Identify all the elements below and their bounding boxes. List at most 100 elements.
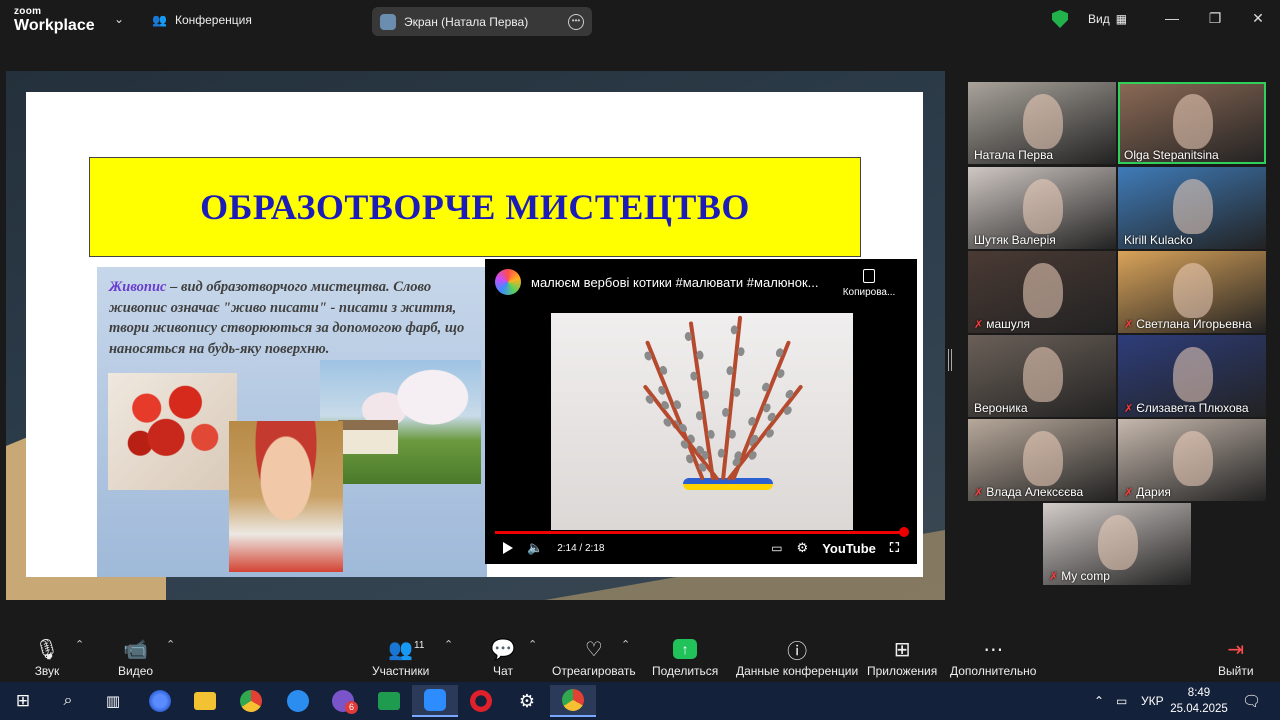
file-explorer-icon[interactable] bbox=[182, 685, 228, 717]
participant-tile[interactable]: ✗ My comp bbox=[1043, 503, 1191, 585]
audio-label: Звук bbox=[34, 664, 60, 678]
participant-tile[interactable]: Шутяк Валерія bbox=[968, 167, 1116, 249]
tray-chevron-icon[interactable]: ⌃ bbox=[1094, 682, 1104, 720]
restore-icon[interactable]: ❐ bbox=[1205, 10, 1225, 27]
video-title[interactable]: малюєм вербові котики #малювати #малюнок… bbox=[531, 275, 818, 290]
minimize-icon[interactable]: — bbox=[1162, 10, 1182, 26]
participant-video bbox=[1023, 347, 1063, 402]
participant-name: ✗ машуля bbox=[974, 317, 1030, 331]
participant-name-text: машуля bbox=[986, 317, 1031, 331]
chevron-up-icon[interactable]: ⌃ bbox=[75, 638, 84, 651]
participant-name: Шутяк Валерія bbox=[974, 233, 1056, 247]
cortana-icon[interactable] bbox=[137, 685, 183, 717]
play-icon[interactable] bbox=[503, 542, 513, 554]
leave-button[interactable]: ⇥ Выйти bbox=[1218, 636, 1254, 679]
view-menu[interactable]: Вид ▦ bbox=[1088, 12, 1127, 26]
participant-tile[interactable]: ✗ Светлана Игорьевна bbox=[1118, 251, 1266, 333]
video-progress-bar[interactable] bbox=[495, 531, 907, 534]
participant-tile[interactable]: Натала Перва bbox=[968, 82, 1116, 164]
fullscreen-icon[interactable]: ⛶ bbox=[890, 540, 899, 556]
zoom-taskbar-icon[interactable] bbox=[412, 685, 458, 717]
captions-icon[interactable]: ▭ bbox=[771, 541, 782, 555]
chevron-up-icon[interactable]: ⌃ bbox=[444, 638, 453, 651]
participant-tile[interactable]: Вероника bbox=[968, 335, 1116, 417]
video-button[interactable]: 📹 Видео bbox=[118, 636, 153, 679]
participant-video bbox=[1098, 515, 1138, 570]
windows-start-icon[interactable]: ⊞ bbox=[0, 685, 46, 717]
participant-tile[interactable]: ✗ Дария bbox=[1118, 419, 1266, 501]
participant-tile[interactable]: Kirill Kulacko bbox=[1118, 167, 1266, 249]
screen-share-pill[interactable]: Экран (Натала Перва) ••• bbox=[372, 7, 592, 36]
participant-name: Olga Stepanitsina bbox=[1124, 148, 1219, 162]
windows-taskbar: ⊞ ⌕ ▥ 6 ⚙ ⌃ ▭ УКР 8:49 25.04.2025 🗨 bbox=[0, 682, 1280, 720]
slide-title-banner: ОБРАЗОТВОРЧЕ МИСТЕЦТВО bbox=[89, 157, 861, 257]
bud-drawing bbox=[658, 364, 669, 376]
zoom-window: zoom Workplace ⌄ 👥 Конференция Экран (На… bbox=[0, 0, 1280, 682]
chrome-icon[interactable] bbox=[550, 685, 596, 717]
chevron-up-icon[interactable]: ⌃ bbox=[166, 638, 175, 651]
settings-icon[interactable]: ⚙ bbox=[504, 685, 550, 717]
volume-icon[interactable]: 🔈 bbox=[527, 540, 543, 556]
channel-logo[interactable] bbox=[495, 269, 521, 295]
clock-time: 8:49 bbox=[1187, 687, 1211, 699]
viber-icon[interactable]: 6 bbox=[320, 685, 366, 717]
battery-icon[interactable]: ▭ bbox=[1116, 682, 1127, 720]
opera-icon[interactable] bbox=[458, 685, 504, 717]
shield-icon[interactable] bbox=[1052, 10, 1068, 28]
shared-screen[interactable]: ОБРАЗОТВОРЧЕ МИСТЕЦТВО Живопис – вид обр… bbox=[6, 71, 945, 600]
microphone-icon: 🎙 bbox=[34, 638, 60, 661]
muted-mic-icon: ✗ bbox=[1124, 402, 1134, 415]
chat-button[interactable]: 💬 Чат bbox=[490, 636, 516, 679]
participants-icon: 👥 bbox=[388, 638, 414, 661]
edge-icon[interactable] bbox=[275, 685, 321, 717]
share-button[interactable]: ↑ Поделиться bbox=[652, 636, 718, 678]
settings-icon[interactable]: ⚙ bbox=[797, 540, 809, 556]
chevron-down-icon[interactable]: ⌄ bbox=[114, 12, 124, 26]
notifications-icon[interactable]: 🗨 bbox=[1242, 682, 1261, 720]
system-clock[interactable]: 8:49 25.04.2025 bbox=[1170, 685, 1228, 717]
chrome-icon[interactable] bbox=[228, 685, 274, 717]
painting-panel: Живопис – вид образотворчого мистецтва. … bbox=[97, 267, 487, 577]
screen-share-label: Экран (Натала Перва) bbox=[404, 14, 529, 29]
close-icon[interactable]: ✕ bbox=[1248, 10, 1268, 27]
apps-button[interactable]: ⊞ Приложения bbox=[867, 636, 937, 679]
keyword: Живопис bbox=[109, 279, 167, 295]
heart-icon: ♡ bbox=[584, 638, 603, 661]
split-drag-handle[interactable] bbox=[948, 349, 952, 371]
muted-mic-icon: ✗ bbox=[1049, 570, 1059, 583]
more-icon[interactable]: ••• bbox=[568, 13, 584, 30]
conference-menu[interactable]: 👥 Конференция bbox=[152, 13, 252, 27]
copy-link-button[interactable]: Копирова... bbox=[839, 269, 899, 298]
audio-button[interactable]: 🎙 Звук bbox=[34, 636, 60, 679]
participant-video bbox=[1173, 263, 1213, 318]
participant-name-text: Вероника bbox=[974, 401, 1028, 415]
youtube-logo[interactable]: YouTube bbox=[822, 541, 876, 556]
classroom-icon[interactable] bbox=[366, 685, 412, 717]
participant-tile[interactable]: ✗ Влада Алексєєва bbox=[968, 419, 1116, 501]
bud-drawing bbox=[684, 331, 693, 342]
chevron-up-icon[interactable]: ⌃ bbox=[528, 638, 537, 651]
participant-name: Вероника bbox=[974, 401, 1028, 415]
bud-drawing bbox=[730, 325, 739, 335]
participant-tile[interactable]: Olga Stepanitsina bbox=[1118, 82, 1266, 164]
chevron-up-icon[interactable]: ⌃ bbox=[621, 638, 630, 651]
participant-tile[interactable]: ✗ Єлизавета Плюхова bbox=[1118, 335, 1266, 417]
participant-name: ✗ Дария bbox=[1124, 485, 1171, 499]
bud-drawing bbox=[643, 393, 656, 406]
search-icon[interactable]: ⌕ bbox=[45, 685, 91, 717]
leave-label: Выйти bbox=[1218, 664, 1254, 678]
bud-drawing bbox=[657, 385, 667, 396]
app-logo[interactable]: zoom Workplace bbox=[14, 7, 95, 34]
youtube-video[interactable]: малюєм вербові котики #малювати #малюнок… bbox=[485, 259, 917, 564]
title-bar: zoom Workplace ⌄ 👥 Конференция Экран (На… bbox=[0, 0, 1280, 42]
language-indicator[interactable]: УКР bbox=[1141, 682, 1164, 720]
participant-video bbox=[1173, 431, 1213, 486]
bud-drawing bbox=[746, 416, 757, 428]
bud-drawing bbox=[643, 350, 653, 362]
more-button[interactable]: ⋯ Дополнительно bbox=[950, 636, 1036, 679]
participant-name-text: My comp bbox=[1061, 569, 1110, 583]
progress-handle[interactable] bbox=[899, 527, 909, 537]
task-view-icon[interactable]: ▥ bbox=[90, 685, 136, 717]
participant-tile[interactable]: ✗ машуля bbox=[968, 251, 1116, 333]
meeting-info-button[interactable]: ⓘ Данные конференции bbox=[736, 636, 858, 679]
